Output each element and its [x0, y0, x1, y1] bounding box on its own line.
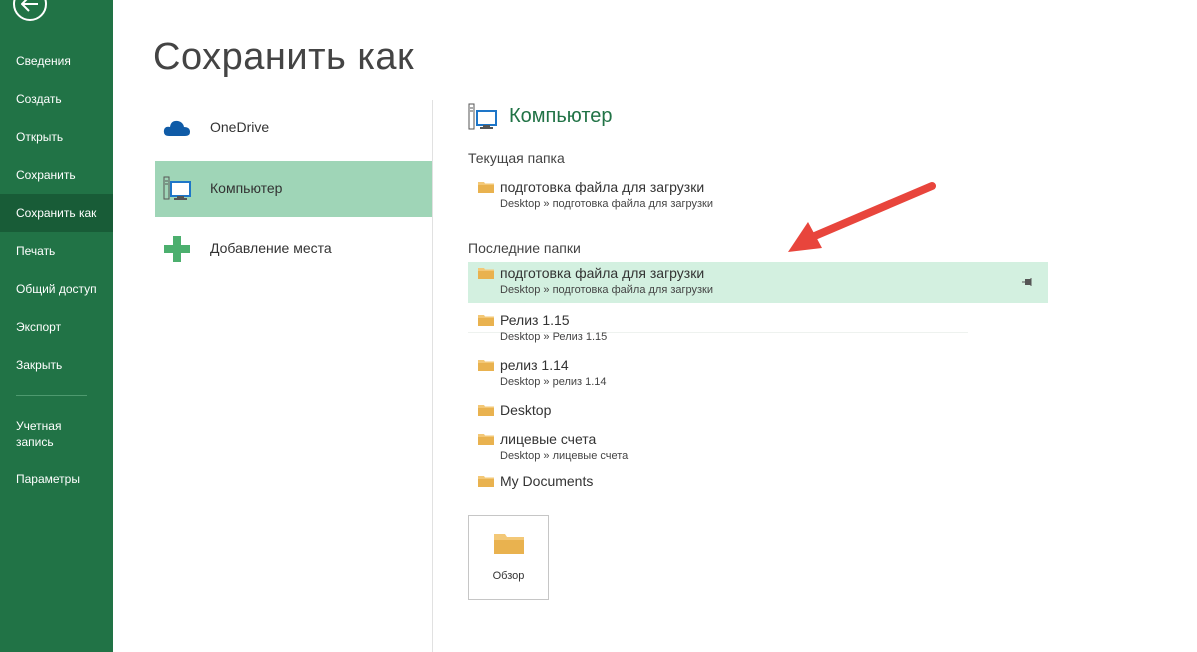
folder-icon	[478, 434, 494, 445]
nav-share[interactable]: Общий доступ	[0, 270, 113, 308]
nav-export[interactable]: Экспорт	[0, 308, 113, 346]
cloud-icon	[163, 120, 190, 136]
page-title: Сохранить как	[153, 36, 415, 78]
nav-print[interactable]: Печать	[0, 232, 113, 270]
folder-name: Релиз 1.15	[500, 312, 570, 328]
folder-icon	[478, 476, 494, 487]
pin-icon[interactable]	[1022, 277, 1034, 287]
recent-folders-heading: Последние папки	[468, 240, 581, 256]
back-button[interactable]	[13, 0, 47, 21]
browse-label: Обзор	[492, 570, 525, 582]
computer-icon	[163, 176, 191, 200]
place-onedrive[interactable]: OneDrive	[155, 100, 432, 156]
section-title: Компьютер	[509, 105, 613, 127]
nav-close[interactable]: Закрыть	[0, 346, 113, 384]
nav-open[interactable]: Открыть	[0, 118, 113, 156]
current-folder-heading: Текущая папка	[468, 150, 565, 166]
recent-folder-item[interactable]: Desktop	[468, 399, 968, 425]
folder-path: Desktop » Релиз 1.15	[500, 331, 608, 343]
recent-folder-item[interactable]: My Documents	[468, 470, 968, 496]
folder-path: Desktop » подготовка файла для загрузки	[500, 284, 714, 296]
browse-button[interactable]: Обзор	[468, 515, 549, 600]
place-add[interactable]: Добавление места	[155, 221, 432, 277]
recent-folder-item[interactable]: Релиз 1.15 Desktop » Релиз 1.15	[468, 309, 968, 349]
arrow-left-icon	[21, 0, 38, 12]
folder-icon	[478, 268, 494, 279]
recent-folder-item[interactable]: лицевые счета Desktop » лицевые счета	[468, 428, 968, 468]
folder-name: лицевые счета	[500, 431, 597, 447]
folder-icon	[494, 534, 524, 554]
nav-save-as[interactable]: Сохранить как	[0, 194, 113, 232]
plus-icon	[164, 236, 190, 262]
backstage-sidebar: Сведения Создать Открыть Сохранить Сохра…	[0, 0, 113, 652]
folder-icon	[478, 360, 494, 371]
recent-folder-item[interactable]: подготовка файла для загрузки Desktop » …	[468, 262, 1048, 303]
place-label: Компьютер	[210, 180, 283, 196]
folder-path: Desktop » релиз 1.14	[500, 376, 607, 388]
folder-path: Desktop » подготовка файла для загрузки	[500, 198, 714, 210]
folder-icon	[478, 315, 494, 326]
place-label: OneDrive	[210, 119, 270, 135]
nav-info[interactable]: Сведения	[0, 42, 113, 80]
nav-save[interactable]: Сохранить	[0, 156, 113, 194]
folder-icon	[478, 182, 494, 193]
folder-name: Desktop	[500, 402, 552, 418]
folder-name: My Documents	[500, 473, 594, 489]
place-label: Добавление места	[210, 240, 332, 256]
column-divider	[432, 100, 433, 652]
nav-new[interactable]: Создать	[0, 80, 113, 118]
recent-folder-item[interactable]: релиз 1.14 Desktop » релиз 1.14	[468, 354, 968, 394]
folder-icon	[478, 405, 494, 416]
folder-path: Desktop » лицевые счета	[500, 450, 629, 462]
place-computer[interactable]: Компьютер	[155, 161, 432, 217]
folder-name: релиз 1.14	[500, 357, 569, 373]
folder-name: подготовка файла для загрузки	[500, 179, 705, 195]
folder-name: подготовка файла для загрузки	[500, 265, 705, 281]
computer-icon	[468, 103, 497, 130]
annotation-arrow-icon	[788, 182, 936, 252]
nav-account[interactable]: Учетная запись	[0, 408, 113, 452]
nav-options[interactable]: Параметры	[0, 460, 113, 498]
sidebar-divider	[16, 395, 87, 396]
